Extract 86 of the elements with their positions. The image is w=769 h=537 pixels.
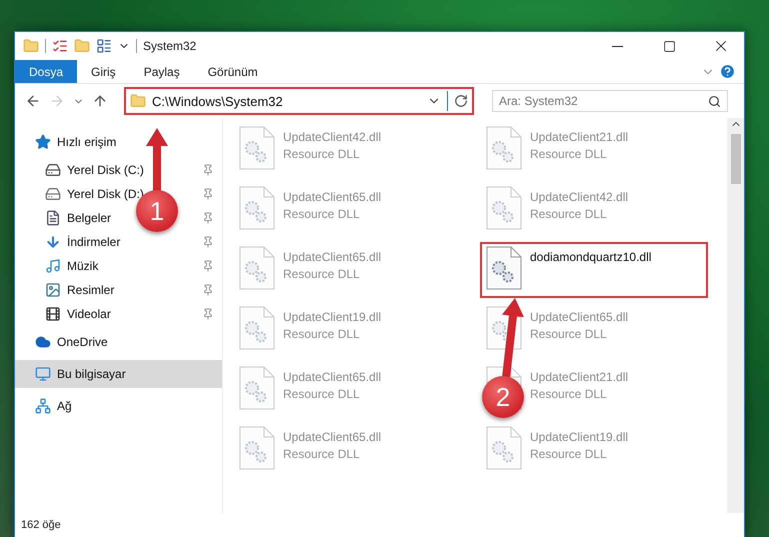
help-icon xyxy=(719,63,736,80)
sidebar-item[interactable]: Ağ xyxy=(57,399,214,413)
sidebar-item[interactable]: Bu bilgisayar xyxy=(57,367,214,381)
sidebar-item[interactable]: Resimler xyxy=(67,283,196,297)
dll-file-icon xyxy=(239,366,275,410)
file-type: Resource DLL xyxy=(530,387,608,401)
sidebar-item[interactable]: Müzik xyxy=(67,259,196,273)
network-icon xyxy=(35,398,51,414)
properties-icon[interactable] xyxy=(96,38,112,54)
file-type: Resource DLL xyxy=(283,327,361,341)
drive-icon xyxy=(45,186,61,202)
pin-icon[interactable] xyxy=(202,212,214,224)
file-name: UpdateClient42.dll xyxy=(283,130,382,144)
dll-file-icon xyxy=(486,426,522,470)
ribbon-tab[interactable]: Giriş xyxy=(77,60,130,83)
ribbon-tab[interactable]: Paylaş xyxy=(130,60,194,83)
file-type: Resource DLL xyxy=(530,147,608,161)
file-name: UpdateClient65.dll xyxy=(530,310,628,324)
file-type: Resource DLL xyxy=(530,327,608,341)
ribbon-tab[interactable]: Görünüm xyxy=(194,60,272,83)
pin-icon[interactable] xyxy=(202,236,214,248)
maximize-icon xyxy=(662,40,676,52)
sidebar-item[interactable]: Yerel Disk (C:) xyxy=(67,163,196,177)
file-name: UpdateClient19.dll xyxy=(530,430,628,444)
dll-file-icon xyxy=(239,246,275,290)
address-bar[interactable]: C:\Windows\System32 xyxy=(124,87,474,115)
dll-file-icon xyxy=(239,426,275,470)
file-name: UpdateClient42.dll xyxy=(530,190,628,204)
monitor-icon xyxy=(35,366,51,382)
file-name: UpdateClient21.dll xyxy=(530,130,628,144)
file-name: UpdateClient19.dll xyxy=(283,310,382,324)
forward-icon xyxy=(49,93,65,109)
file-name: UpdateClient65.dll xyxy=(283,250,382,264)
dll-file-icon xyxy=(239,186,275,230)
item-count: 162 öğe xyxy=(20,518,62,533)
back-icon xyxy=(25,93,41,109)
cloud-icon xyxy=(35,334,51,350)
search-icon xyxy=(708,94,721,108)
checklist-icon[interactable] xyxy=(52,38,68,54)
sidebar-item[interactable]: İndirmeler xyxy=(67,235,196,249)
pin-icon[interactable] xyxy=(202,188,214,200)
file-type: Resource DLL xyxy=(530,207,608,221)
sidebar-item[interactable]: Videolar xyxy=(67,307,196,321)
file-type: Resource DLL xyxy=(283,387,361,401)
file-type: Resource DLL xyxy=(283,207,361,221)
film-icon xyxy=(45,306,61,322)
pin-icon[interactable] xyxy=(202,164,214,176)
file-name: UpdateClient21.dll xyxy=(530,370,628,384)
file-type: Resource DLL xyxy=(530,447,608,461)
sidebar-item[interactable]: OneDrive xyxy=(57,335,214,349)
music-icon xyxy=(45,258,61,274)
pin-icon[interactable] xyxy=(202,308,214,320)
window-title: System32 xyxy=(143,39,198,53)
folder-icon[interactable] xyxy=(23,38,39,54)
file-name: UpdateClient65.dll xyxy=(283,370,382,384)
up-icon xyxy=(92,93,108,109)
file-name: dodiamondquartz10.dll xyxy=(530,250,652,264)
document-icon xyxy=(45,210,61,226)
pointer-arrow xyxy=(146,128,168,192)
dll-file-icon xyxy=(486,186,522,230)
file-type: Resource DLL xyxy=(283,147,361,161)
file-item[interactable]: dodiamondquartz10.dll xyxy=(480,242,708,298)
sidebar-item[interactable]: Hızlı erişim xyxy=(57,135,214,149)
scroll-thumb[interactable] xyxy=(730,134,740,184)
folder-icon[interactable] xyxy=(74,38,90,54)
file-type: Resource DLL xyxy=(283,447,361,461)
dll-file-icon xyxy=(239,306,275,350)
folder-icon xyxy=(130,93,146,109)
selected-row-highlight[interactable]: Bu bilgisayar xyxy=(15,360,222,388)
pin-icon[interactable] xyxy=(202,260,214,272)
address-path: C:\Windows\System32 xyxy=(152,94,284,108)
file-name: UpdateClient65.dll xyxy=(283,190,382,204)
refresh-icon[interactable] xyxy=(454,94,468,108)
star-icon xyxy=(35,134,51,150)
dll-file-icon xyxy=(486,246,522,290)
pin-icon[interactable] xyxy=(202,284,214,296)
file-name: UpdateClient65.dll xyxy=(283,430,382,444)
ribbon-tab[interactable]: Dosya xyxy=(15,60,78,83)
dll-file-icon xyxy=(486,126,522,170)
file-type: Resource DLL xyxy=(283,267,361,281)
picture-icon xyxy=(45,282,61,298)
search-field[interactable]: Ara: System32 xyxy=(492,90,728,112)
scrollbar[interactable] xyxy=(727,118,744,513)
drive-icon xyxy=(45,162,61,178)
download-icon xyxy=(45,234,61,250)
dll-file-icon xyxy=(239,126,275,170)
